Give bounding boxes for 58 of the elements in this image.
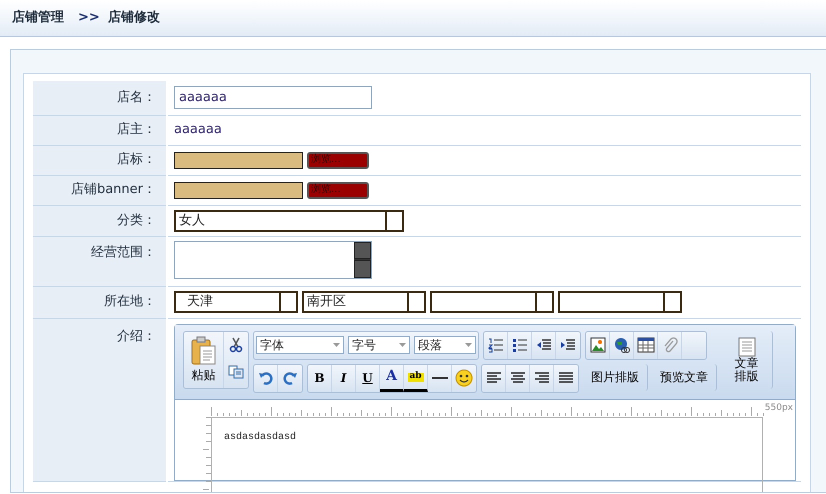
text-area[interactable] xyxy=(174,240,372,278)
document-icon xyxy=(738,336,756,357)
table-icon xyxy=(636,337,654,353)
line-icon xyxy=(432,376,448,380)
redo-icon xyxy=(282,370,298,386)
indent-icon xyxy=(560,337,576,353)
field-label: 分类： xyxy=(33,205,167,236)
caret-icon xyxy=(333,343,340,348)
article-layout-button[interactable]: 文章排版 xyxy=(721,330,773,388)
field-label: 店主： xyxy=(33,115,167,145)
image-layout-button[interactable]: 图片排版 xyxy=(583,364,648,390)
field-label: 店标： xyxy=(33,145,167,175)
breadcrumb-section[interactable]: 店铺管理 xyxy=(12,8,64,28)
font-dropdown[interactable]: 字号 xyxy=(348,336,410,354)
clipboard-icon xyxy=(190,336,216,366)
font-dropdown[interactable]: 字体 xyxy=(256,336,344,354)
file-path-field[interactable] xyxy=(174,182,303,198)
align-left-icon xyxy=(486,372,502,384)
caret-icon xyxy=(465,343,472,348)
numbered-list-icon xyxy=(488,337,504,353)
ruler-label: 550px xyxy=(764,402,793,414)
field-label: 介绍： xyxy=(33,318,167,481)
editor-content[interactable]: asdasdasdasd xyxy=(211,416,763,492)
paste-button[interactable]: 粘贴 xyxy=(184,332,224,388)
field-label: 店铺banner： xyxy=(33,175,167,205)
undo-icon xyxy=(258,370,274,386)
scrollbar[interactable] xyxy=(354,242,371,278)
field-label: 所在地： xyxy=(33,286,167,318)
font-dropdown[interactable]: 段落 xyxy=(414,336,476,354)
breadcrumb-separator: >> xyxy=(78,9,100,28)
preview-button[interactable]: 预览文章 xyxy=(652,364,717,390)
globe-icon xyxy=(614,337,630,353)
highlight-button[interactable]: ab xyxy=(404,364,428,392)
dropdown[interactable] xyxy=(430,291,554,313)
image-icon xyxy=(590,337,606,353)
field-label: 经营范围： xyxy=(33,236,167,286)
file-path-field[interactable] xyxy=(174,152,303,168)
text-input[interactable]: aaaaaa xyxy=(174,86,372,110)
paperclip-icon xyxy=(662,337,678,353)
field-value: aaaaaa xyxy=(174,122,222,138)
align-right-icon xyxy=(534,372,550,384)
dropdown[interactable]: 南开区 xyxy=(302,291,426,313)
copy-icon xyxy=(228,365,244,379)
dropdown[interactable] xyxy=(558,291,682,313)
dropdown[interactable]: 天津 xyxy=(174,291,298,313)
italic-button[interactable]: I xyxy=(332,364,356,392)
bullet-list-icon xyxy=(512,337,528,353)
smiley-icon xyxy=(455,369,473,387)
outdent-icon xyxy=(536,337,552,353)
field-label: 店名： xyxy=(33,81,167,115)
breadcrumb-page: 店铺修改 xyxy=(108,8,160,28)
dropdown[interactable]: 女人 xyxy=(174,210,404,232)
scissors-icon xyxy=(229,337,243,353)
underline-button[interactable]: U xyxy=(356,364,380,392)
bold-button[interactable]: B xyxy=(308,364,332,392)
justify-icon xyxy=(558,372,574,384)
caret-icon xyxy=(399,343,406,348)
align-center-icon xyxy=(510,372,526,384)
